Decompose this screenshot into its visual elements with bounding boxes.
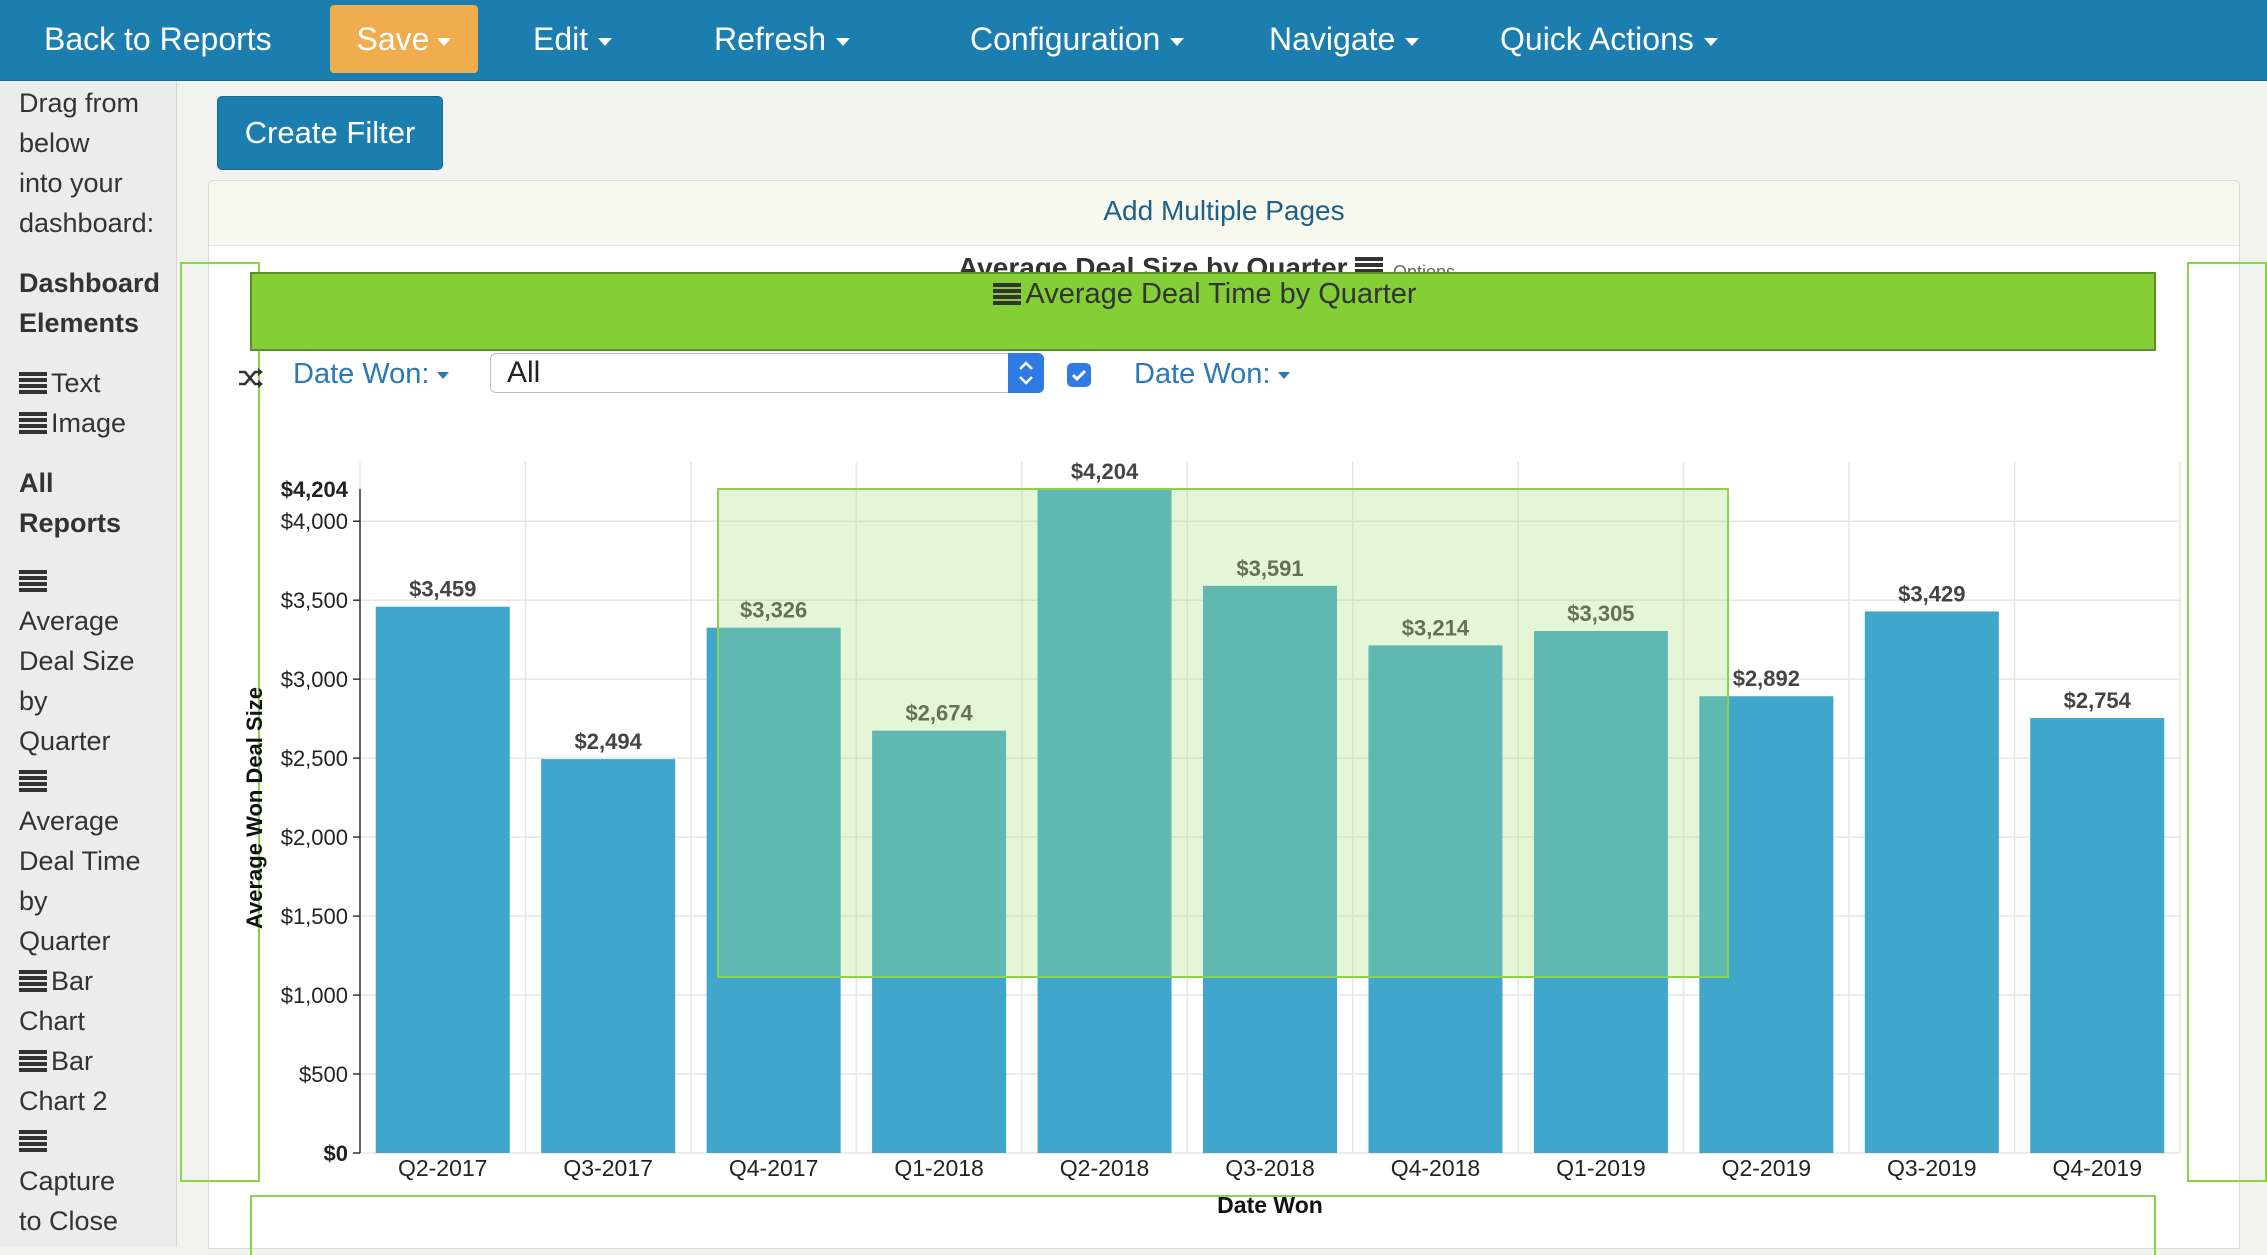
y-tick-label: $0 xyxy=(324,1141,348,1166)
bar-value-label: $2,674 xyxy=(905,701,973,726)
y-tick-label: $2,000 xyxy=(281,825,348,850)
x-tick-label: Q2-2019 xyxy=(1722,1155,1812,1181)
y-axis-label: Average Won Deal Size xyxy=(242,687,267,929)
bar xyxy=(2030,718,2165,1153)
bar xyxy=(706,627,841,1153)
x-tick-label: Q1-2018 xyxy=(894,1155,984,1181)
x-tick-label: Q4-2017 xyxy=(729,1155,819,1181)
bar xyxy=(872,730,1007,1153)
bar xyxy=(541,759,676,1153)
bar xyxy=(1699,696,1834,1153)
bar-value-label: $3,326 xyxy=(740,598,807,623)
bar xyxy=(1533,630,1668,1153)
bar xyxy=(1037,489,1172,1153)
bar xyxy=(1202,585,1338,1153)
bar-value-label: $3,459 xyxy=(409,577,476,602)
bar-value-label: $3,591 xyxy=(1236,556,1303,581)
y-tick-label: $3,500 xyxy=(281,588,348,613)
bar-value-label: $3,214 xyxy=(1402,615,1470,640)
x-tick-label: Q3-2019 xyxy=(1887,1155,1977,1181)
x-tick-label: Q4-2018 xyxy=(1391,1155,1481,1181)
y-max-label: $4,204 xyxy=(281,477,349,502)
bar-value-label: $2,892 xyxy=(1733,666,1800,691)
x-tick-label: Q4-2019 xyxy=(2053,1155,2143,1181)
bar-chart: $0 $500 $1,000 $1,500 $2,000 $2,500 $3,000 $3,5… xyxy=(242,459,2181,1218)
bar-value-label: $4,204 xyxy=(1071,459,1139,484)
x-tick-label: Q2-2018 xyxy=(1060,1155,1150,1181)
y-tick-label: $4,000 xyxy=(281,509,348,534)
y-tick-label: $3,000 xyxy=(281,667,348,692)
x-axis-label: Date Won xyxy=(1217,1192,1323,1218)
bar-value-label: $3,429 xyxy=(1898,581,1965,606)
x-tick-label: Q1-2019 xyxy=(1556,1155,1646,1181)
bar xyxy=(1864,611,1999,1153)
y-tick-label: $1,000 xyxy=(281,983,348,1008)
bar-value-label: $2,754 xyxy=(2064,688,2132,713)
x-tick-label: Q3-2017 xyxy=(563,1155,653,1181)
y-tick-label: $1,500 xyxy=(281,904,348,929)
bar xyxy=(1368,645,1503,1153)
bar xyxy=(375,606,510,1153)
y-tick-label: $2,500 xyxy=(281,746,348,771)
x-tick-label: Q3-2018 xyxy=(1225,1155,1315,1181)
bar-value-label: $2,494 xyxy=(575,729,643,754)
x-tick-label: Q2-2017 xyxy=(398,1155,488,1181)
y-tick-label: $500 xyxy=(299,1062,348,1087)
bar-value-label: $3,305 xyxy=(1567,601,1634,626)
